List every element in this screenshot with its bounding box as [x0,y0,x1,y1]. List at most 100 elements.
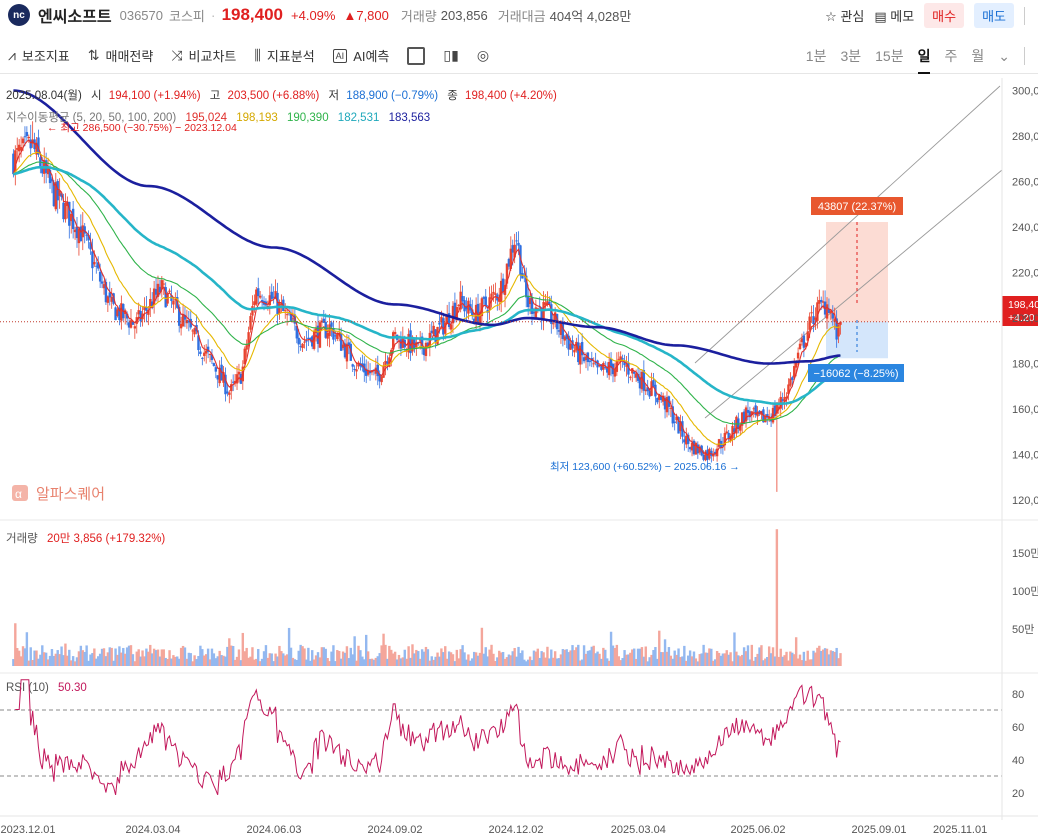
candle-body [301,343,304,349]
price-tick: 200,0 [1012,313,1038,325]
volume-bar [839,653,842,666]
price-tag-value: 198,40 [1008,299,1038,311]
price-tick: 160,0 [1012,404,1038,416]
candle-body [393,331,397,335]
volume-axis: 150만 100만 50만 [1012,547,1038,636]
high-label: 고 [210,90,221,102]
date-axis[interactable]: 2023.12.01 2024.03.04 2024.06.03 2024.09.02… [0,824,987,836]
candle-body [791,377,794,380]
stock-name[interactable]: 엔씨소프트 [38,3,112,27]
date-tick: 2025.06.02 [730,824,785,836]
volume-tick: 50만 [1012,623,1034,636]
memo-button[interactable]: ▤ 메모 [874,6,914,25]
period-3m[interactable]: 3분 [840,46,861,66]
price-tick: 280,0 [1012,131,1038,143]
candle-body [330,322,333,327]
candle-body [303,341,306,343]
candle-body [98,271,102,282]
candle-body [172,301,175,305]
candle-body [305,340,308,342]
rsi-legend: RSI (10) 50.30 [6,682,87,694]
price-tick: 240,0 [1012,222,1038,234]
candle-body [798,343,802,350]
panel-divider [1024,6,1038,25]
toolbar-label: 비교차트 [188,49,237,64]
period-week[interactable]: 주 [944,46,957,66]
candle-body [484,296,487,307]
candle-body [602,362,605,370]
watch-label: 관심 [840,9,865,24]
toolbar-ai[interactable]: AI AI예측 [332,46,390,65]
ma50-value: 190,390 [287,112,329,124]
rsi-tick: 20 [1012,788,1024,800]
candle-body [21,138,25,144]
analysis-icon: ⫼ [254,47,261,63]
rsi-tick: 80 [1012,689,1024,701]
toolbar-label: 보조지표 [21,49,70,64]
ma200-value: 183,563 [389,112,431,124]
candle-body [249,316,252,330]
change-amount: ▲7,800 [343,7,389,23]
stock-chart[interactable]: 2025.08.04(월) 시 194,100 (+1.94%) 고 203,5… [0,78,1038,838]
watch-button[interactable]: ☆ 관심 [825,6,864,25]
candle-body [355,369,358,372]
price-tick: 140,0 [1012,450,1038,462]
ma20-line [12,151,841,446]
period-selector: 1분 3분 15분 일 주 월 ⌄ [806,38,1028,74]
toolbar-label: AI예측 [353,49,390,64]
screenshot-button[interactable]: ◎ [477,47,489,64]
ma100-value: 182,531 [338,112,380,124]
compare-icon: ⤨ [171,47,183,63]
period-day[interactable]: 일 [917,46,931,74]
volume-panel-value: 20만 3,856 (+179.32%) [47,532,165,545]
period-month[interactable]: 월 [971,46,984,66]
volume-value: 203,856 [440,7,488,23]
sell-button[interactable]: 매도 [974,3,1014,28]
candle-body [284,310,287,312]
candle-type-button[interactable]: ▯▮ [443,47,458,64]
strategy-icon: ⇅ [87,47,100,63]
toolbar-strategy[interactable]: ⇅ 매매전략 [88,46,154,65]
candle-body [810,312,813,314]
candle-body [812,316,815,325]
camera-icon: ◎ [476,47,490,63]
toolbar-analysis[interactable]: ⫼ 지표분석 [254,46,314,65]
toolbar-label: 매매전략 [105,49,154,64]
candle-body [285,314,289,316]
candle-body [633,371,636,374]
date-tick: 2025.09.01 [851,824,906,836]
star-icon: ☆ [825,9,837,24]
rsi-panel-label: RSI (10) [6,682,49,694]
chevron-down-icon[interactable]: ⌄ [998,48,1010,65]
ma20-value: 198,193 [236,112,278,124]
candle-body [23,136,27,138]
low-note: 최저 123,600 (+60.52%) − 2025.06.16 → [550,461,740,473]
period-1m[interactable]: 1분 [806,46,827,66]
current-price: 198,400 [221,5,284,24]
buy-button[interactable]: 매수 [924,3,965,28]
candle-body [270,291,273,299]
toolbar-label: 지표분석 [266,49,315,64]
candle-body [796,352,800,359]
open-label: 시 [91,89,102,102]
memo-label: 메모 [890,9,915,24]
stock-code: 036570 [119,7,163,23]
close-value: 198,400 (+4.20%) [465,90,557,102]
volume-tick: 100만 [1012,585,1038,598]
separator-dot: · [210,7,216,23]
volume-bars [12,529,842,666]
indicator-icon: ⩘ [8,47,16,63]
drawing-square-icon[interactable] [407,46,426,65]
candle-body [100,281,104,284]
toolbar-compare[interactable]: ⤨ 비교차트 [171,46,236,65]
candle-body [251,306,254,316]
date-tick: 2025.11.01 [933,824,987,836]
period-15m[interactable]: 15분 [875,46,903,66]
candle-body [621,358,624,360]
date-tick: 2023.12.01 [0,824,55,836]
rsi-panel-value: 50.30 [58,682,87,694]
candle-body [629,376,632,378]
toolbar-indicator[interactable]: ⩘ 보조지표 [8,46,70,65]
candle-body [490,293,493,299]
price-tick: 180,0 [1012,359,1038,371]
